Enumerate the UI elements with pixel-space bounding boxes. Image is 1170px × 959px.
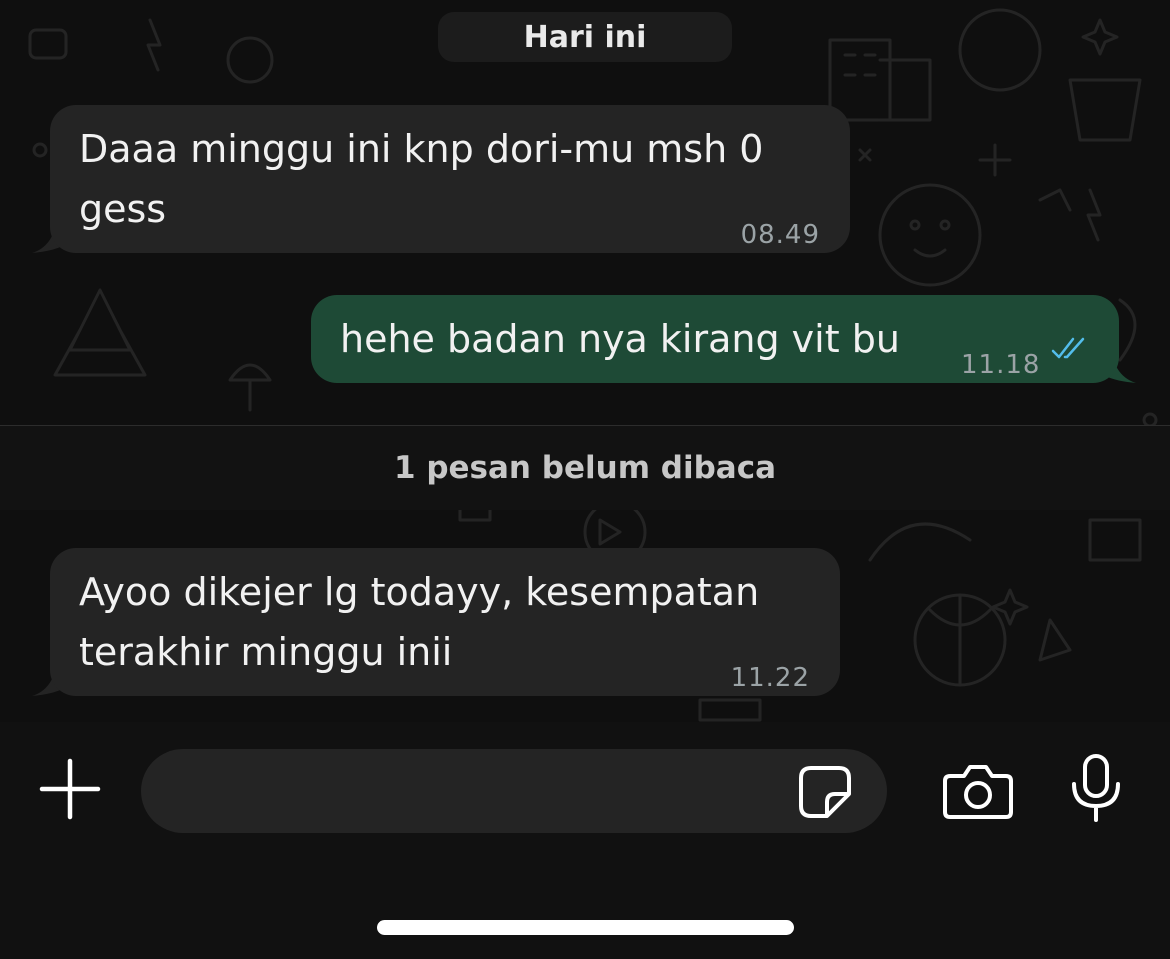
camera-icon[interactable] [942,762,1014,820]
date-separator: Hari ini [438,12,732,62]
microphone-icon[interactable] [1068,752,1124,824]
date-label: Hari ini [523,19,647,55]
plus-icon[interactable] [38,757,102,821]
unread-label: 1 pesan belum dibaca [393,450,777,486]
message-text: hehe badan nya kirang vit bu [340,317,900,361]
message-text: Daaa minggu ini knp dori-mu msh 0 gess [79,127,764,231]
unread-messages-separator: 1 pesan belum dibaca [0,425,1170,510]
message-time: 08.49 [740,220,820,250]
message-input[interactable] [141,749,887,833]
home-indicator[interactable] [377,920,794,935]
message-text: Ayoo dikejer lg todayy, kesempatan terak… [79,570,760,674]
message-bubble-incoming[interactable]: Ayoo dikejer lg todayy, kesempatan terak… [50,548,840,696]
message-bubble-outgoing[interactable]: hehe badan nya kirang vit bu 11.18 [311,295,1119,383]
message-bubble-incoming[interactable]: Daaa minggu ini knp dori-mu msh 0 gess 0… [50,105,850,253]
message-time: 11.22 [730,663,810,693]
message-time: 11.18 [961,350,1041,380]
read-ticks-icon [1051,337,1085,359]
sticker-icon[interactable] [797,764,853,820]
chat-area[interactable]: Hari ini Daaa minggu ini knp dori-mu msh… [0,0,1170,722]
